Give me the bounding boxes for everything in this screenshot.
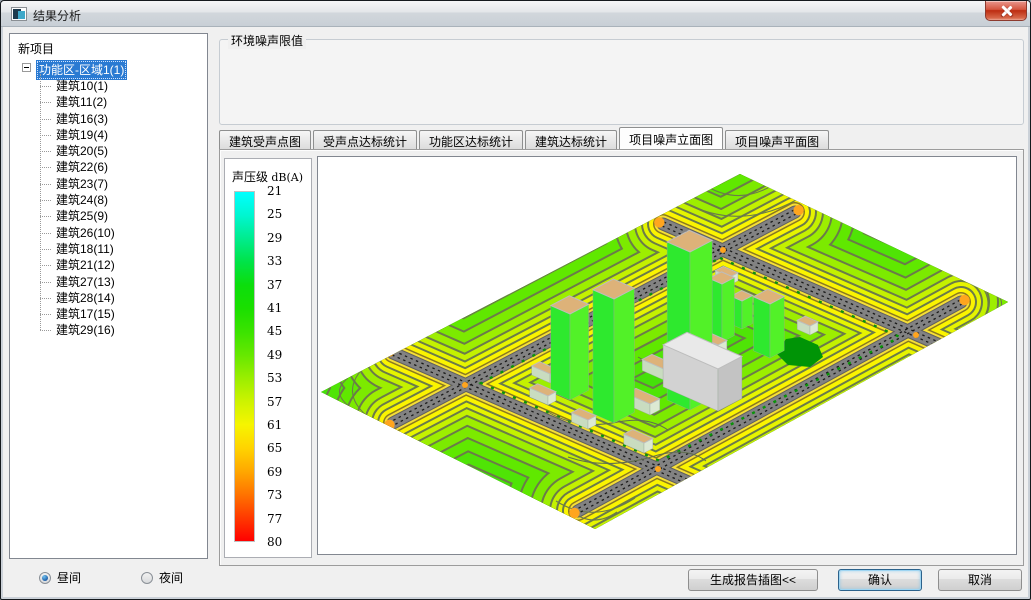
tab-strip: 建筑受声点图受声点达标统计功能区达标统计建筑达标统计项目噪声立面图项目噪声平面图 <box>219 128 831 149</box>
legend-title: 声压级 dB(A) <box>232 168 303 185</box>
tab-page-elevation-noise: 声压级 dB(A) 21 25 29 33 37 41 45 49 53 57 61 65 69 73 77… <box>219 149 1024 566</box>
radio-dot <box>39 572 51 584</box>
legend-value: 49 <box>267 348 297 362</box>
tree-item-zone-selected[interactable]: 功能区-区域1(1) <box>36 60 127 80</box>
legend-value: 57 <box>267 395 297 409</box>
radio-dot <box>141 572 153 584</box>
tree-item-building[interactable]: 建筑21(12) <box>10 257 207 273</box>
legend-value: 65 <box>267 441 297 455</box>
legend-value: 53 <box>267 371 297 385</box>
radio-daytime[interactable]: 昼间 <box>39 569 81 586</box>
tree-item-building[interactable]: 建筑18(11) <box>10 241 207 257</box>
legend-value: 77 <box>267 512 297 526</box>
tree-item-building[interactable]: 建筑19(4) <box>10 127 207 143</box>
titlebar[interactable]: 结果分析 <box>1 1 1030 27</box>
project-tree-panel[interactable]: 新项目 功能区-区域1(1) 建筑10(1)建筑11(2)建筑16(3)建筑19… <box>9 33 208 559</box>
tab-4[interactable]: 建筑达标统计 <box>525 130 617 149</box>
close-button[interactable] <box>985 1 1027 21</box>
tab-5[interactable]: 项目噪声立面图 <box>619 127 723 149</box>
building-tower <box>754 289 785 358</box>
tab-6[interactable]: 项目噪声平面图 <box>725 130 829 149</box>
legend-value: 73 <box>267 488 297 502</box>
day-night-radios: 昼间 夜间 <box>1 567 211 591</box>
building-tower <box>593 279 634 423</box>
dialog-result-analysis: 结果分析 新项目 功能区-区域1(1) 建筑10(1)建筑11(2)建筑16(3… <box>0 0 1031 600</box>
legend-value: 21 <box>267 184 297 198</box>
building-tower <box>709 272 734 342</box>
window-title: 结果分析 <box>33 7 81 24</box>
legend-value: 69 <box>267 465 297 479</box>
legend-value: 45 <box>267 324 297 338</box>
tree-item-building[interactable]: 建筑24(8) <box>10 192 207 208</box>
tab-1[interactable]: 建筑受声点图 <box>219 130 311 149</box>
legend-value: 37 <box>267 278 297 292</box>
radio-night-label: 夜间 <box>159 569 183 586</box>
radio-night[interactable]: 夜间 <box>141 569 183 586</box>
tree-item-building[interactable]: 建筑22(6) <box>10 159 207 175</box>
tree-item-building[interactable]: 建筑23(7) <box>10 176 207 192</box>
legend-value: 61 <box>267 418 297 432</box>
tree-item-building[interactable]: 建筑29(16) <box>10 322 207 338</box>
tree-item-building[interactable]: 建筑10(1) <box>10 78 207 94</box>
close-icon <box>1001 5 1012 16</box>
cancel-button[interactable]: 取消 <box>938 569 1022 591</box>
tree-root-label: 新项目 <box>18 40 207 57</box>
tree-collapse-icon[interactable] <box>22 63 31 72</box>
legend-value: 29 <box>267 231 297 245</box>
generate-report-button[interactable]: 生成报告插图<< <box>688 569 818 591</box>
legend-value: 33 <box>267 254 297 268</box>
legend-value: 41 <box>267 301 297 315</box>
legend-value: 25 <box>267 207 297 221</box>
tree-item-building[interactable]: 建筑11(2) <box>10 94 207 110</box>
tab-3[interactable]: 功能区达标统计 <box>419 130 523 149</box>
radio-daytime-label: 昼间 <box>57 569 81 586</box>
legend-colorbar <box>234 191 255 542</box>
tree-item-building[interactable]: 建筑28(14) <box>10 290 207 306</box>
tree-children: 建筑10(1)建筑11(2)建筑16(3)建筑19(4)建筑20(5)建筑22(… <box>10 78 207 339</box>
confirm-button[interactable]: 确认 <box>838 569 922 591</box>
noise-map-viewport[interactable] <box>317 156 1017 555</box>
tree-item-building[interactable]: 建筑16(3) <box>10 111 207 127</box>
window-icon <box>11 7 27 21</box>
legend-value: 80 <box>267 535 297 549</box>
tab-2[interactable]: 受声点达标统计 <box>313 130 417 149</box>
noise-limit-label: 环境噪声限值 <box>228 32 306 49</box>
tree-item-building[interactable]: 建筑25(9) <box>10 208 207 224</box>
noise-legend: 声压级 dB(A) 21 25 29 33 37 41 45 49 53 57 61 65 69 73 77… <box>224 158 312 558</box>
building-tower <box>551 296 589 400</box>
noise-limit-groupbox: 环境噪声限值 <box>219 39 1024 125</box>
tree-item-building[interactable]: 建筑17(15) <box>10 306 207 322</box>
tree-item-building[interactable]: 建筑26(10) <box>10 225 207 241</box>
tree-item-building[interactable]: 建筑20(5) <box>10 143 207 159</box>
tree-item-building[interactable]: 建筑27(13) <box>10 274 207 290</box>
